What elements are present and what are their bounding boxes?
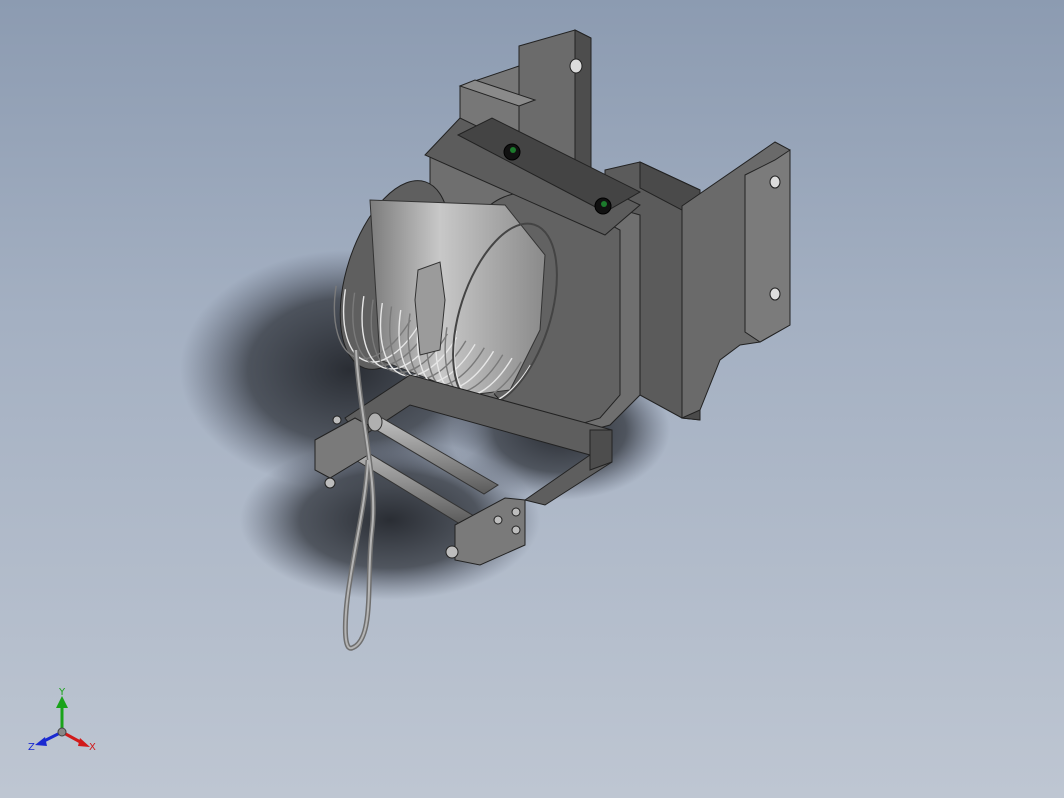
winch-model-view[interactable] (0, 0, 1064, 798)
x-axis-label: X (89, 742, 96, 753)
mounting-hole (569, 58, 583, 74)
mounting-hole (769, 175, 781, 189)
mounting-hole (769, 287, 781, 301)
x-axis-icon: X (61, 730, 96, 753)
bolt-icon (324, 477, 336, 489)
orientation-triad: Y X Z (28, 687, 96, 753)
bolt-icon (511, 507, 521, 517)
bolt-icon (445, 545, 459, 559)
sensor-led (510, 147, 516, 153)
y-axis-label: Y (58, 687, 66, 698)
y-axis-icon: Y (56, 687, 68, 732)
graphics-viewport[interactable]: Y X Z (0, 0, 1064, 798)
bolt-icon (511, 525, 521, 535)
bolt-icon (332, 415, 342, 425)
bolt-icon (493, 515, 503, 525)
z-axis-icon: Z (28, 730, 63, 753)
triad-origin (57, 727, 67, 737)
z-axis-label: Z (28, 742, 35, 753)
sensor-led (601, 201, 607, 207)
cable-clamp (414, 261, 446, 356)
